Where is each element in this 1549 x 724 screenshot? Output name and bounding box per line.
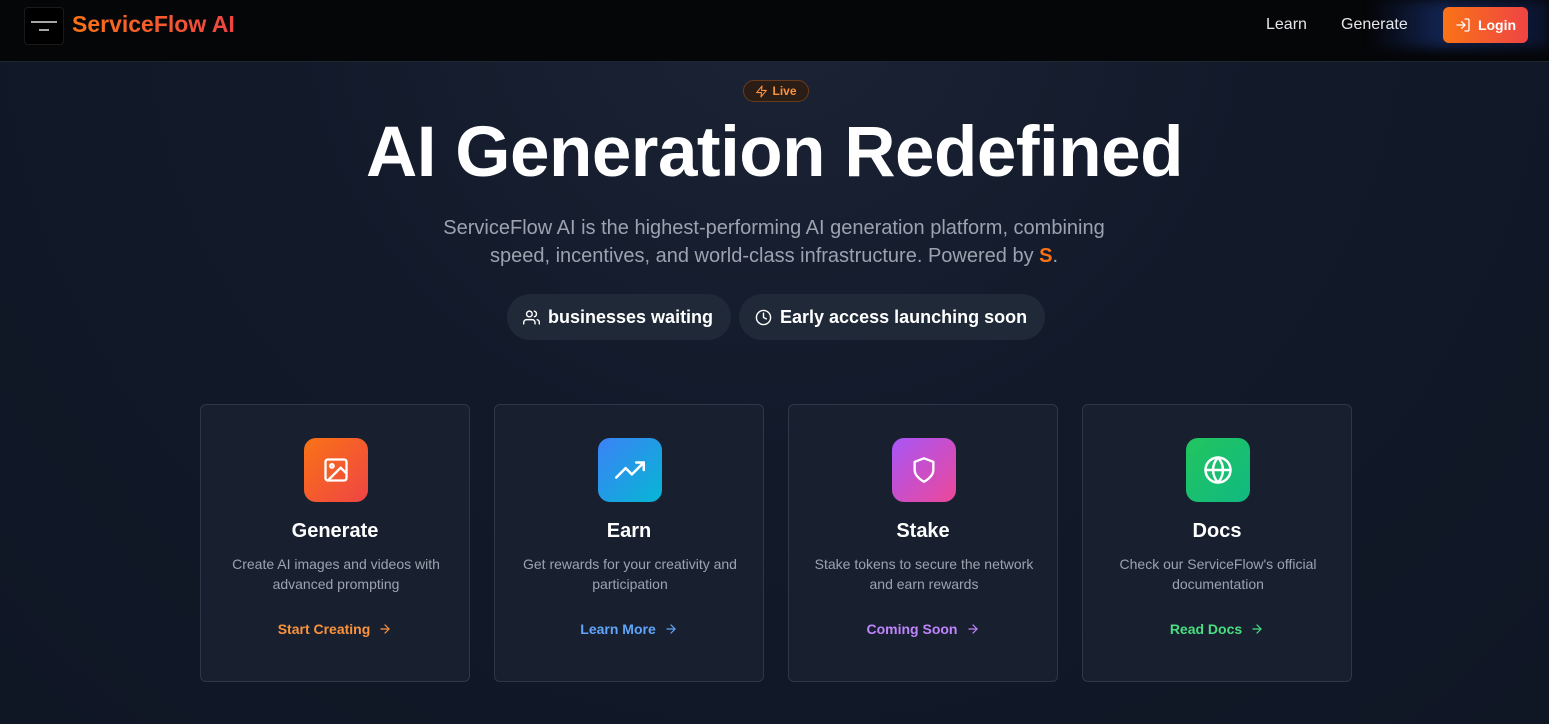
hero-subtitle-text: speed, incentives, and world-class infra… <box>489 245 1040 267</box>
card-earn-icon-tile <box>598 438 662 502</box>
card-generate-desc: Create AI images and videos with advance… <box>232 556 440 592</box>
learn-more-link[interactable]: Learn More <box>495 621 763 637</box>
start-creating-label: Start Creating <box>277 621 371 637</box>
image-icon <box>324 458 348 482</box>
card-docs-icon-tile <box>1186 438 1250 502</box>
coming-soon-label: Coming Soon <box>866 621 958 637</box>
arrow-right-icon <box>967 624 978 634</box>
arrow-right-icon <box>380 624 390 634</box>
login-icon <box>1456 18 1470 32</box>
powered-by-accent: S <box>1039 245 1053 267</box>
top-navbar: ServiceFlow AI Learn Generate Login <box>0 0 1549 62</box>
shield-icon <box>913 457 935 483</box>
coming-soon-link[interactable]: Coming Soon <box>789 621 1057 637</box>
nav-generate[interactable]: Generate <box>1341 16 1408 34</box>
businesses-waiting-label: businesses waiting <box>548 306 714 327</box>
users-icon <box>523 309 540 325</box>
nav-learn[interactable]: Learn <box>1266 16 1307 34</box>
hero-title: AI Generation Redefined <box>366 113 1183 192</box>
learn-more-label: Learn More <box>580 621 656 637</box>
read-docs-label: Read Docs <box>1169 621 1243 637</box>
hero-subtitle: ServiceFlow AI is the highest-performing… <box>374 214 1174 270</box>
card-stake-icon-tile <box>892 438 956 502</box>
hero-subtitle-end: . <box>1052 245 1059 267</box>
clock-icon <box>755 309 772 325</box>
live-badge: Live <box>743 80 809 102</box>
card-docs-desc: Check our ServiceFlow's official documen… <box>1119 556 1317 592</box>
card-earn-desc: Get rewards for your creativity and part… <box>523 556 737 592</box>
card-stake[interactable]: Stake Stake tokens to secure the network… <box>788 404 1058 682</box>
businesses-waiting-pill: businesses waiting <box>507 294 731 340</box>
arrow-right-icon <box>666 624 676 634</box>
login-button[interactable]: Login <box>1443 7 1528 43</box>
card-generate-icon-tile <box>304 438 368 502</box>
card-docs-title: Docs <box>1192 520 1242 542</box>
trending-up-icon <box>615 461 645 479</box>
early-access-pill: Early access launching soon <box>739 294 1045 340</box>
card-stake-desc: Stake tokens to secure the network and e… <box>814 556 1034 592</box>
card-docs[interactable]: Docs Check our ServiceFlow's official do… <box>1082 404 1352 682</box>
card-earn-title: Earn <box>606 520 652 542</box>
card-stake-title: Stake <box>896 520 950 542</box>
zap-icon <box>756 85 768 97</box>
brand-name[interactable]: ServiceFlow AI <box>72 11 235 38</box>
arrow-right-icon <box>1252 624 1262 634</box>
card-earn[interactable]: Earn Get rewards for your creativity and… <box>494 404 764 682</box>
login-label: Login <box>1477 17 1517 33</box>
live-badge-label: Live <box>772 84 797 98</box>
read-docs-link[interactable]: Read Docs <box>1083 621 1351 637</box>
hero-subtitle-line-2: speed, incentives, and world-class infra… <box>374 242 1174 270</box>
card-generate-title: Generate <box>291 520 379 542</box>
hero-subtitle-line-1: ServiceFlow AI is the highest-performing… <box>443 217 1105 239</box>
globe-icon <box>1204 456 1232 484</box>
start-creating-link[interactable]: Start Creating <box>201 621 469 637</box>
card-generate[interactable]: Generate Create AI images and videos wit… <box>200 404 470 682</box>
logo[interactable] <box>24 7 64 45</box>
early-access-label: Early access launching soon <box>780 306 1028 327</box>
